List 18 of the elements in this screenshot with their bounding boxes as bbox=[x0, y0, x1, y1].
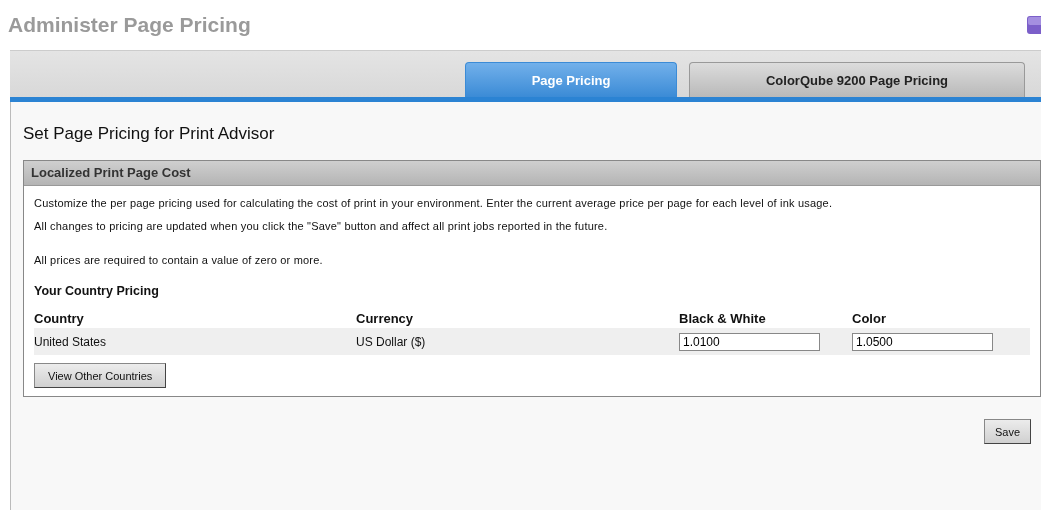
view-other-countries-button[interactable]: View Other Countries bbox=[34, 363, 167, 388]
table-cell-text: United States bbox=[34, 334, 108, 349]
description-text: All changes to pricing are updated when you click the "Save" button and affect all print jobs reported in the future. bbox=[34, 219, 609, 234]
save-button[interactable]: Save bbox=[983, 419, 1031, 444]
column-header: Country bbox=[34, 310, 85, 326]
column-header: Black & White bbox=[679, 310, 767, 326]
price-field[interactable]: 1.0100 bbox=[679, 332, 820, 351]
section-heading: Set Page Pricing for Print Advisor bbox=[23, 123, 276, 145]
column-header: Currency bbox=[356, 310, 415, 326]
price-field[interactable]: 1.0500 bbox=[852, 332, 993, 351]
panel-header: Localized Print Page Cost bbox=[24, 161, 1040, 186]
subsection-title: Your Country Pricing bbox=[34, 284, 160, 298]
page-title: Administer Page Pricing bbox=[8, 13, 251, 37]
column-header: Color bbox=[852, 310, 887, 326]
description-text: Customize the per page pricing used for calculating the cost of print in your environment. Enter the current average price per page for each level of ink usage. bbox=[34, 196, 834, 211]
requirement-text: All prices are required to contain a value of zero or more. bbox=[34, 253, 324, 268]
tab[interactable]: ColorQube 9200 Page Pricing bbox=[689, 62, 1025, 97]
table-cell-text: US Dollar ($) bbox=[356, 334, 427, 349]
